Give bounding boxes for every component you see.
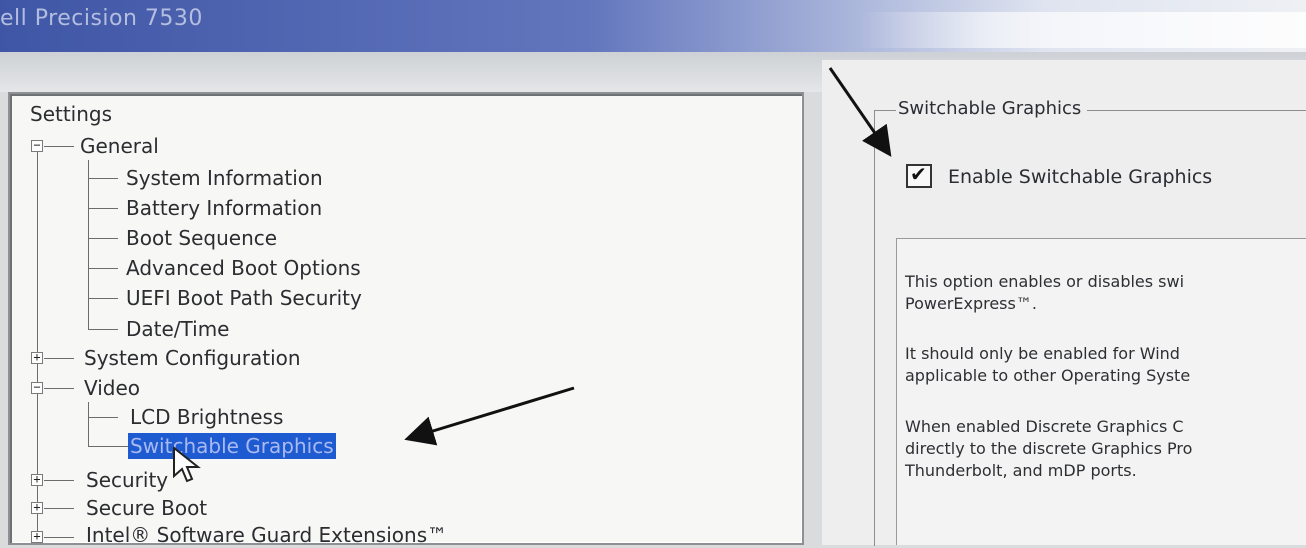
annotation-arrow-icon xyxy=(828,67,892,157)
mouse-pointer-icon xyxy=(173,446,201,483)
annotation-arrow-icon xyxy=(404,386,575,446)
